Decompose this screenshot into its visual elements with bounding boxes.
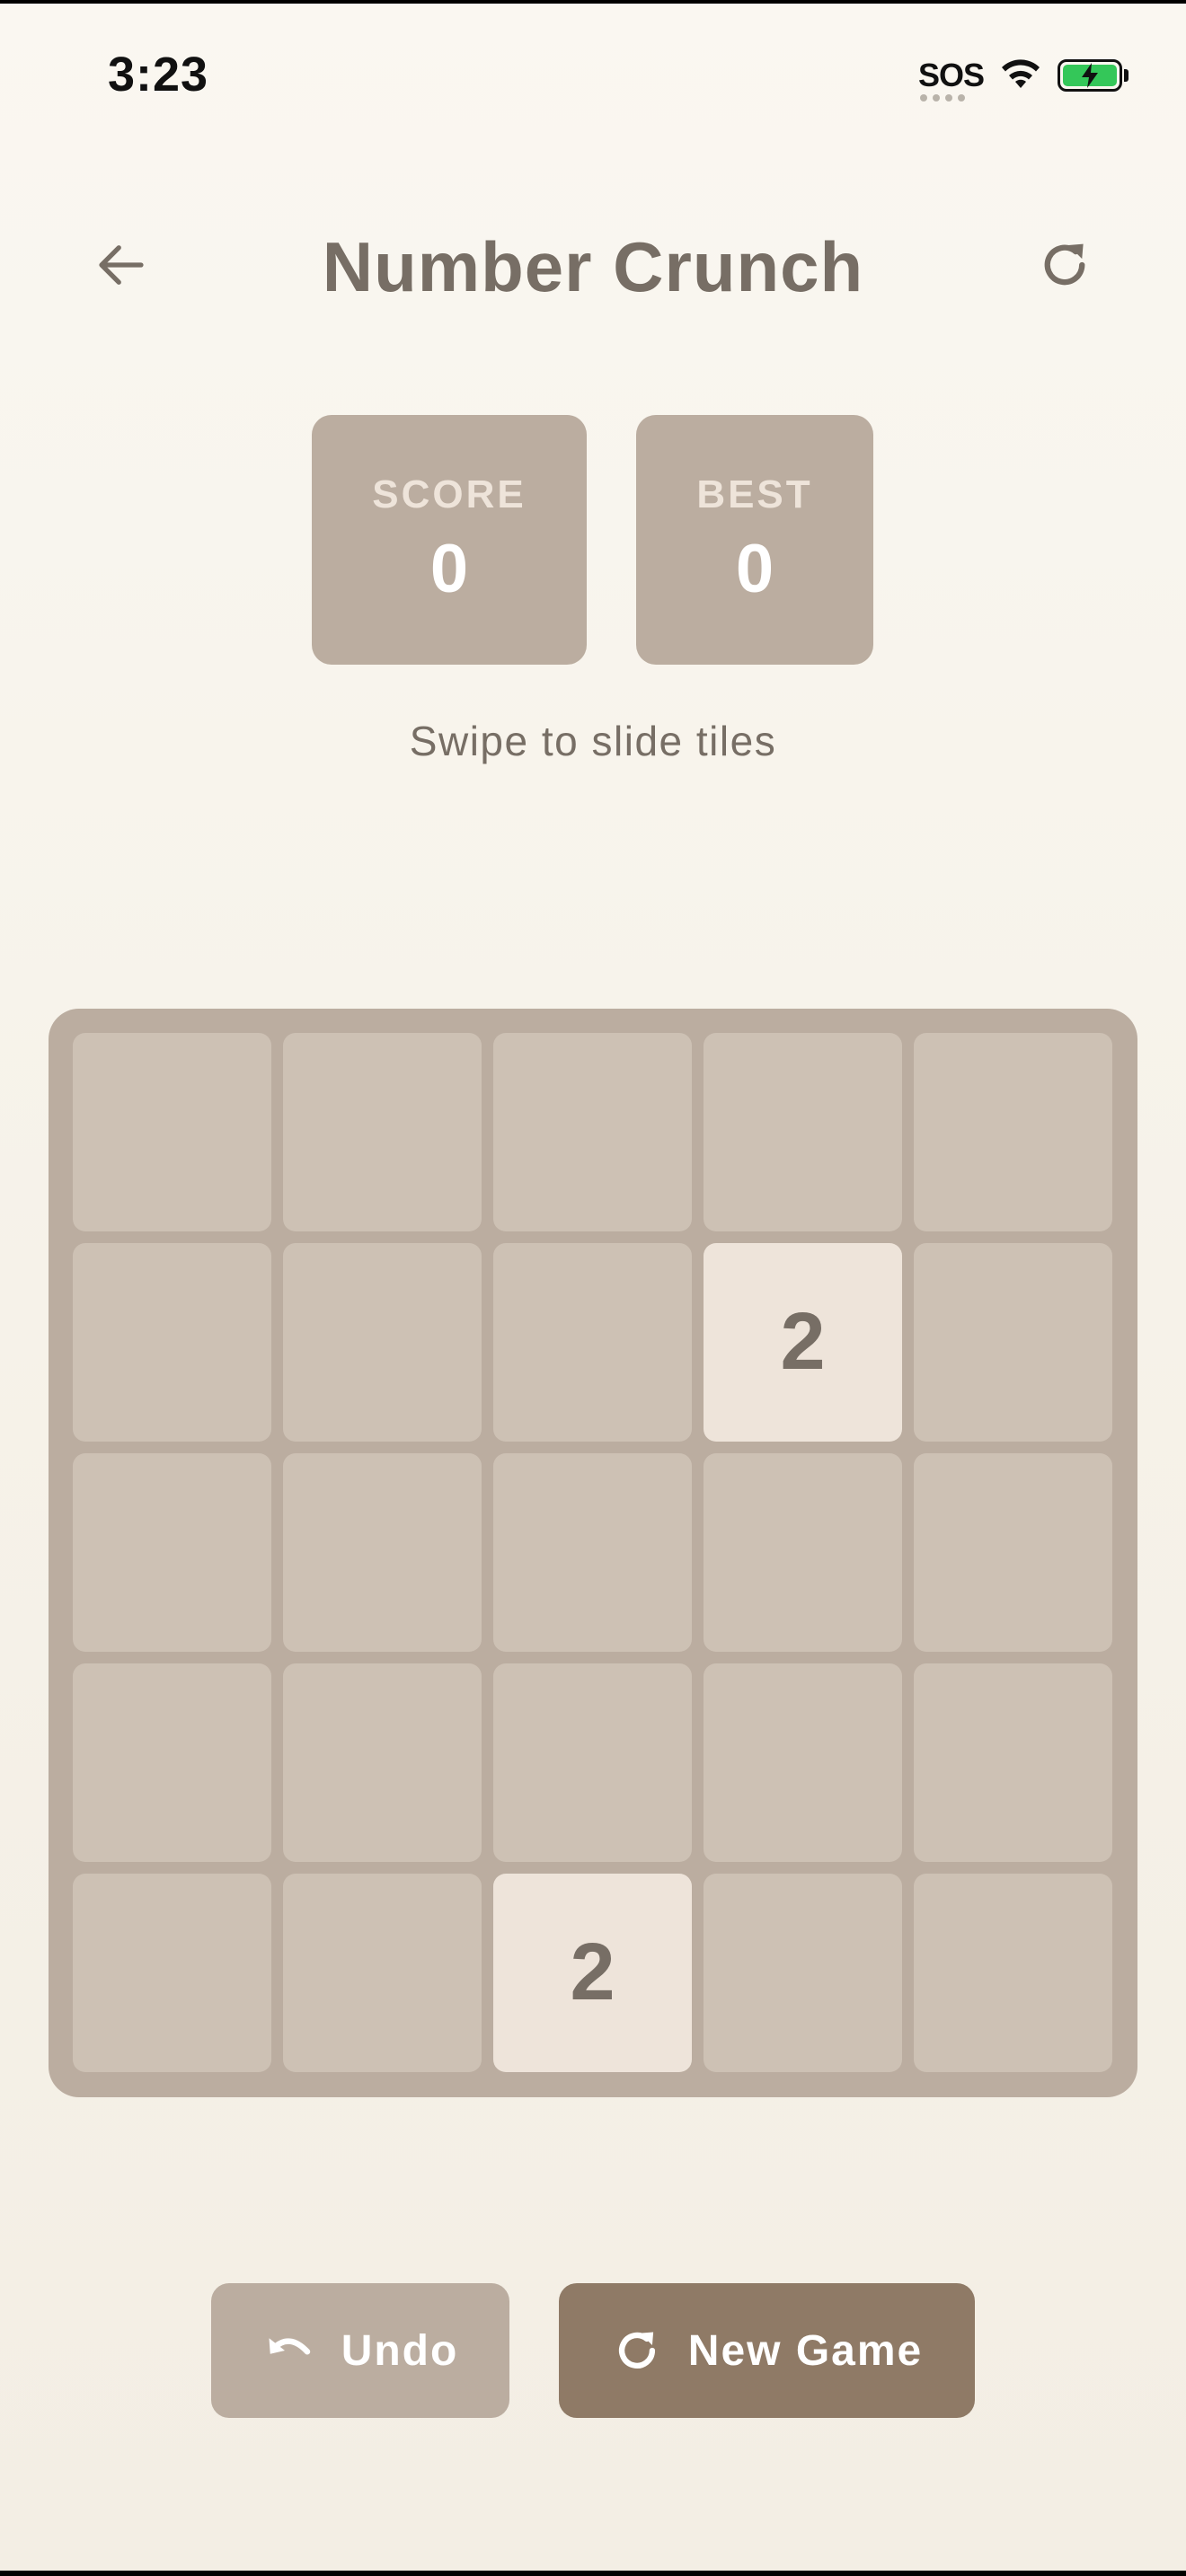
restart-button[interactable] [1024, 225, 1105, 305]
empty-cell [914, 1874, 1112, 2072]
game-board[interactable]: 22 [49, 1009, 1137, 2097]
empty-cell [283, 1033, 482, 1231]
refresh-icon [618, 2332, 655, 2369]
empty-cell [914, 1033, 1112, 1231]
status-time: 3:23 [108, 48, 209, 101]
wifi-icon [998, 56, 1043, 94]
undo-button[interactable]: Undo [211, 2283, 509, 2418]
refresh-icon [1044, 243, 1085, 286]
status-indicators: SOS [917, 56, 1128, 101]
empty-cell [283, 1243, 482, 1442]
empty-cell [283, 1453, 482, 1652]
empty-cell [914, 1243, 1112, 1442]
empty-cell [704, 1663, 902, 1862]
empty-cell [493, 1243, 692, 1442]
empty-cell [914, 1663, 1112, 1862]
tile: 2 [493, 1874, 692, 2072]
score-box: SCORE 0 [312, 415, 587, 665]
empty-cell [73, 1874, 271, 2072]
best-value: 0 [735, 530, 774, 607]
empty-cell [493, 1663, 692, 1862]
empty-cell [283, 1874, 482, 2072]
sos-label: SOS [917, 56, 985, 93]
sos-indicator: SOS [917, 56, 985, 101]
score-value: 0 [429, 530, 469, 607]
undo-icon [269, 2338, 310, 2355]
empty-cell [914, 1453, 1112, 1652]
signal-dots-icon [919, 93, 965, 101]
empty-cell [73, 1243, 271, 1442]
empty-cell [704, 1033, 902, 1231]
new-game-label: New Game [687, 2326, 924, 2375]
empty-cell [493, 1453, 692, 1652]
best-score-box: BEST 0 [636, 415, 873, 665]
undo-label: Undo [341, 2326, 459, 2375]
best-label: BEST [696, 472, 813, 516]
tile: 2 [704, 1243, 902, 1442]
screen-frame-top [0, 0, 1186, 4]
empty-cell [73, 1033, 271, 1231]
empty-cell [704, 1453, 902, 1652]
empty-cell [283, 1663, 482, 1862]
score-label: SCORE [372, 472, 527, 516]
new-game-button[interactable]: New Game [559, 2283, 975, 2418]
swipe-hint: Swipe to slide tiles [409, 718, 777, 764]
empty-cell [73, 1453, 271, 1652]
battery-icon [1058, 58, 1128, 92]
empty-cell [704, 1874, 902, 2072]
empty-cell [493, 1033, 692, 1231]
page-title: Number Crunch [322, 227, 864, 306]
screen-frame-bottom [0, 2571, 1186, 2576]
empty-cell [73, 1663, 271, 1862]
